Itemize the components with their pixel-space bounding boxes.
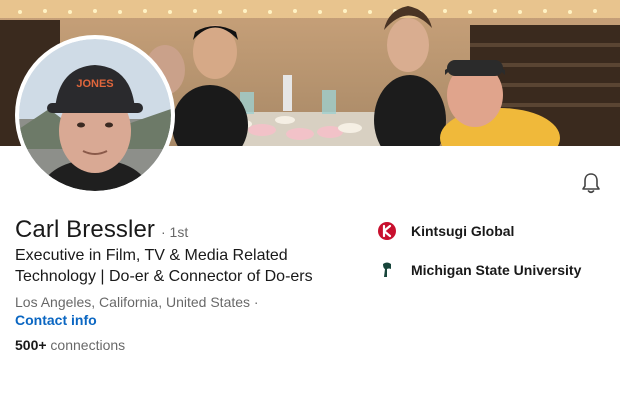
connection-degree: · 1st xyxy=(161,224,189,240)
education-school-link[interactable]: Michigan State University xyxy=(377,260,581,280)
profile-photo: JONES xyxy=(19,39,171,191)
contact-info-link[interactable]: Contact info xyxy=(15,312,97,328)
svg-text:JONES: JONES xyxy=(76,78,113,90)
connections-label: connections xyxy=(46,337,126,353)
connections-count[interactable]: 500+ connections xyxy=(15,337,125,353)
connections-number: 500+ xyxy=(15,337,47,353)
current-company-link[interactable]: Kintsugi Global xyxy=(377,221,514,241)
profile-avatar[interactable]: JONES xyxy=(15,35,175,195)
kintsugi-logo-icon xyxy=(377,221,397,241)
company-name: Kintsugi Global xyxy=(411,223,515,239)
msu-spartan-logo-icon xyxy=(377,260,397,280)
profile-location: Los Angeles, California, United States · xyxy=(15,294,259,310)
profile-name: Carl Bressler xyxy=(15,216,155,243)
name-row: Carl Bressler · 1st xyxy=(15,216,188,244)
profile-headline: Executive in Film, TV & Media Related Te… xyxy=(15,247,313,285)
bell-icon xyxy=(582,173,600,194)
notify-bell-button[interactable] xyxy=(578,170,604,196)
school-name: Michigan State University xyxy=(411,262,582,278)
